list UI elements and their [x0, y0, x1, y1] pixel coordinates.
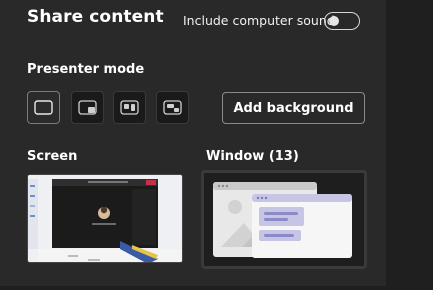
reporter-icon — [163, 100, 182, 115]
presenter-mode-reporter[interactable] — [156, 91, 189, 124]
toggle-knob — [329, 16, 339, 26]
window-label: Window (13) — [206, 149, 299, 164]
side-by-side-icon — [120, 100, 139, 115]
content-only-icon — [34, 100, 53, 115]
panel-title: Share content — [27, 7, 164, 27]
screen-preview-image — [28, 175, 182, 262]
screen-label: Screen — [27, 149, 78, 164]
presenter-mode-label: Presenter mode — [27, 62, 145, 77]
bottom-edge — [0, 286, 386, 290]
presenter-mode-content-only[interactable] — [27, 91, 60, 124]
presenter-mode-standout[interactable] — [71, 91, 104, 124]
standout-icon — [78, 100, 97, 115]
right-edge-background — [386, 0, 433, 290]
window-illustration — [213, 182, 352, 258]
include-sound-toggle[interactable] — [324, 12, 360, 30]
include-sound-label: Include computer sound — [183, 13, 335, 28]
window-thumbnail[interactable] — [201, 170, 367, 269]
screen-thumbnail[interactable] — [27, 174, 183, 263]
presenter-mode-side-by-side[interactable] — [113, 91, 146, 124]
share-content-panel: Share content Include computer sound Pre… — [0, 0, 386, 290]
add-background-button[interactable]: Add background — [222, 92, 365, 124]
